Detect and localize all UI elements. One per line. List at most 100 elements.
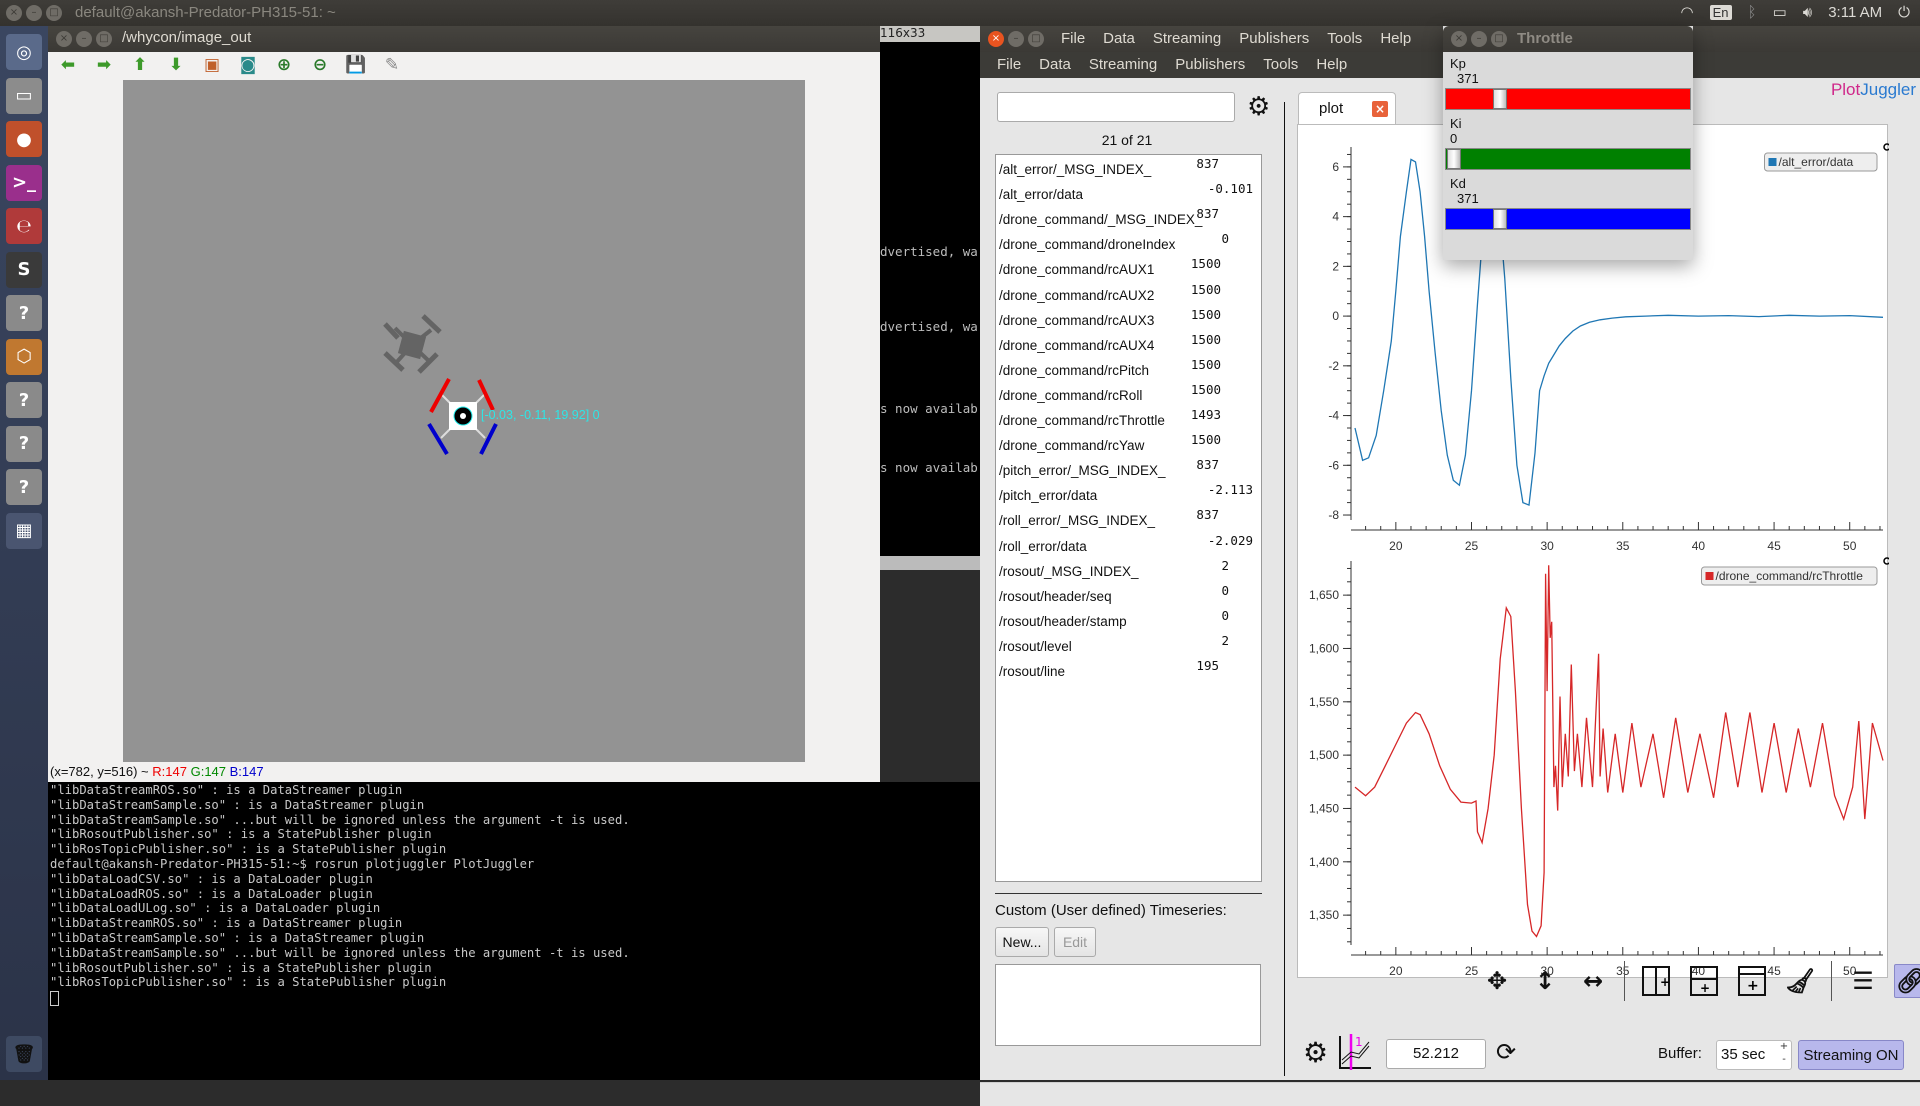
global-menu-data[interactable]: Data bbox=[1094, 30, 1144, 47]
keyboard-layout[interactable]: En bbox=[1709, 4, 1732, 20]
maximize-icon[interactable]: □ bbox=[96, 31, 112, 47]
new-custom-button[interactable]: New... bbox=[995, 927, 1049, 957]
fit-image-icon[interactable]: ▣ bbox=[200, 54, 224, 76]
maximize-icon[interactable]: □ bbox=[46, 5, 62, 21]
launcher-firefox[interactable]: ● bbox=[6, 121, 42, 157]
slider-handle[interactable] bbox=[1447, 149, 1461, 169]
slider-kp[interactable] bbox=[1445, 88, 1691, 110]
side-terminal[interactable]: 116x33 dvertised, wa dvertised, wa s now… bbox=[880, 26, 980, 556]
global-menu-file[interactable]: File bbox=[1052, 30, 1094, 47]
slider-handle[interactable] bbox=[1493, 89, 1508, 109]
refresh-icon[interactable]: ⟳ bbox=[1496, 1038, 1516, 1066]
timeseries-search-input[interactable] bbox=[997, 92, 1235, 122]
close-icon[interactable]: × bbox=[6, 5, 22, 21]
timeseries-list[interactable]: /alt_error/_MSG_INDEX_ 837/alt_error/data… bbox=[995, 154, 1262, 882]
timeseries-row[interactable]: /roll_error/_MSG_INDEX_ 837 bbox=[999, 507, 1257, 533]
zoom-out-icon[interactable]: ⊖ bbox=[308, 54, 332, 76]
timeseries-row[interactable]: /drone_command/rcAUX4 1500 bbox=[999, 332, 1257, 358]
launcher-terminal[interactable]: >_ bbox=[6, 164, 42, 201]
timeseries-row[interactable]: /drone_command/rcThrottle 1493 bbox=[999, 407, 1257, 433]
launcher-virtualbox[interactable]: ⬡ bbox=[6, 338, 42, 375]
clear-icon[interactable]: ✎ bbox=[380, 54, 404, 76]
timeseries-row[interactable]: /rosout/header/seq 0 bbox=[999, 583, 1257, 609]
custom-timeseries-list[interactable] bbox=[995, 964, 1261, 1046]
menu-file[interactable]: File bbox=[988, 56, 1030, 73]
gear-icon[interactable]: ⚙ bbox=[1247, 94, 1270, 120]
bluetooth-icon[interactable]: ᛒ bbox=[1748, 4, 1757, 21]
minimize-icon[interactable]: – bbox=[26, 5, 42, 21]
launcher-files[interactable]: ▭ bbox=[6, 77, 42, 114]
timeseries-row[interactable]: /rosout/_MSG_INDEX_ 2 bbox=[999, 558, 1257, 584]
horizontal-zoom-icon[interactable]: ↔ bbox=[1576, 964, 1610, 998]
timeseries-row[interactable]: /alt_error/data -0.101 bbox=[999, 181, 1257, 207]
minimize-icon[interactable]: – bbox=[1471, 31, 1487, 47]
timeseries-row[interactable]: /drone_command/rcPitch 1500 bbox=[999, 357, 1257, 383]
launcher-workspace-switcher[interactable]: ▦ bbox=[6, 512, 42, 549]
up-icon[interactable]: ⬆ bbox=[128, 54, 152, 76]
time-value-field[interactable]: 52.212 bbox=[1386, 1039, 1486, 1069]
link-icon[interactable]: 🔗︎ bbox=[1894, 964, 1920, 998]
global-menu-help[interactable]: Help bbox=[1371, 30, 1420, 47]
maximize-icon[interactable]: □ bbox=[1028, 31, 1044, 47]
launcher-ubuntu-dash[interactable]: ◎ bbox=[6, 34, 42, 70]
clock[interactable]: 3:11 AM bbox=[1828, 4, 1882, 21]
minimize-icon[interactable]: – bbox=[76, 31, 92, 47]
timeseries-row[interactable]: /roll_error/data -2.029 bbox=[999, 533, 1257, 559]
battery-icon[interactable]: ▭ bbox=[1773, 3, 1787, 21]
launcher-unknown-app[interactable]: ? bbox=[6, 425, 42, 462]
minimize-icon[interactable]: – bbox=[1008, 31, 1024, 47]
maximize-icon[interactable]: □ bbox=[1491, 31, 1507, 47]
launcher-unknown-app[interactable]: ? bbox=[6, 295, 42, 331]
slider-handle[interactable] bbox=[1493, 209, 1508, 229]
global-menu-publishers[interactable]: Publishers bbox=[1230, 30, 1318, 47]
split-vertical-icon[interactable]: + bbox=[1639, 964, 1673, 998]
power-icon[interactable]: ⏻ bbox=[1898, 4, 1910, 21]
legend-icon[interactable]: ☰ bbox=[1846, 964, 1880, 998]
volume-icon[interactable]: 🔊︎ bbox=[1803, 4, 1812, 21]
close-icon[interactable]: × bbox=[988, 31, 1004, 47]
vertical-zoom-icon[interactable]: ↕ bbox=[1528, 964, 1562, 998]
time-tracker-icon[interactable]: 1 bbox=[1337, 1034, 1373, 1070]
slider-ki[interactable] bbox=[1445, 148, 1691, 170]
clear-icon[interactable]: 🧹︎ bbox=[1783, 964, 1817, 998]
menu-data[interactable]: Data bbox=[1030, 56, 1080, 73]
save-icon[interactable]: 💾 bbox=[344, 54, 368, 76]
global-menu-streaming[interactable]: Streaming bbox=[1144, 30, 1230, 47]
close-icon[interactable]: × bbox=[56, 31, 72, 47]
menu-streaming[interactable]: Streaming bbox=[1080, 56, 1166, 73]
timeseries-row[interactable]: /pitch_error/data -2.113 bbox=[999, 482, 1257, 508]
zoom-in-icon[interactable]: ⊕ bbox=[272, 54, 296, 76]
streaming-toggle-button[interactable]: Streaming ON bbox=[1798, 1040, 1904, 1070]
timeseries-row[interactable]: /rosout/level 2 bbox=[999, 633, 1257, 659]
timeseries-row[interactable]: /drone_command/_MSG_INDEX_ 837 bbox=[999, 206, 1257, 232]
launcher-sublime-text[interactable]: S bbox=[6, 251, 42, 288]
timeseries-row[interactable]: /drone_command/rcAUX1 1500 bbox=[999, 256, 1257, 282]
zoom-original-icon[interactable]: ◙ bbox=[236, 54, 260, 76]
buffer-spin-arrows[interactable]: + - bbox=[1776, 1040, 1792, 1070]
timeseries-row[interactable]: /drone_command/rcAUX2 1500 bbox=[999, 282, 1257, 308]
launcher-unknown-app[interactable]: ? bbox=[6, 382, 42, 418]
add-plot-icon[interactable]: + bbox=[1735, 964, 1769, 998]
menu-tools[interactable]: Tools bbox=[1254, 56, 1307, 73]
global-menu-tools[interactable]: Tools bbox=[1318, 30, 1371, 47]
image-canvas[interactable]: [-0.03, -0.11, 19.92] 0 bbox=[123, 80, 805, 762]
slider-kd[interactable] bbox=[1445, 208, 1691, 230]
launcher-document-viewer[interactable]: ℮ bbox=[6, 208, 42, 244]
close-icon[interactable]: × bbox=[1451, 31, 1467, 47]
timeseries-row[interactable]: /rosout/line 195 bbox=[999, 658, 1257, 684]
down-icon[interactable]: ⬇ bbox=[164, 54, 188, 76]
close-tab-icon[interactable]: × bbox=[1372, 101, 1388, 117]
timeseries-row[interactable]: /pitch_error/_MSG_INDEX_ 837 bbox=[999, 457, 1257, 483]
settings-gear-icon[interactable]: ⚙ bbox=[1303, 1036, 1328, 1069]
wifi-icon[interactable]: ◠ bbox=[1681, 3, 1694, 21]
panel-splitter[interactable] bbox=[1284, 102, 1285, 1076]
move-icon[interactable]: ✥ bbox=[1480, 964, 1514, 998]
timeseries-row[interactable]: /drone_command/droneIndex 0 bbox=[999, 231, 1257, 257]
main-terminal[interactable]: "libDataStreamROS.so" : is a DataStreame… bbox=[48, 782, 980, 1080]
menu-help[interactable]: Help bbox=[1307, 56, 1356, 73]
timeseries-row[interactable]: /rosout/header/stamp 0 bbox=[999, 608, 1257, 634]
launcher-unknown-app[interactable]: ? bbox=[6, 469, 42, 505]
edit-custom-button[interactable]: Edit bbox=[1054, 927, 1096, 957]
back-icon[interactable]: ⬅ bbox=[56, 54, 80, 76]
forward-icon[interactable]: ➡ bbox=[92, 54, 116, 76]
